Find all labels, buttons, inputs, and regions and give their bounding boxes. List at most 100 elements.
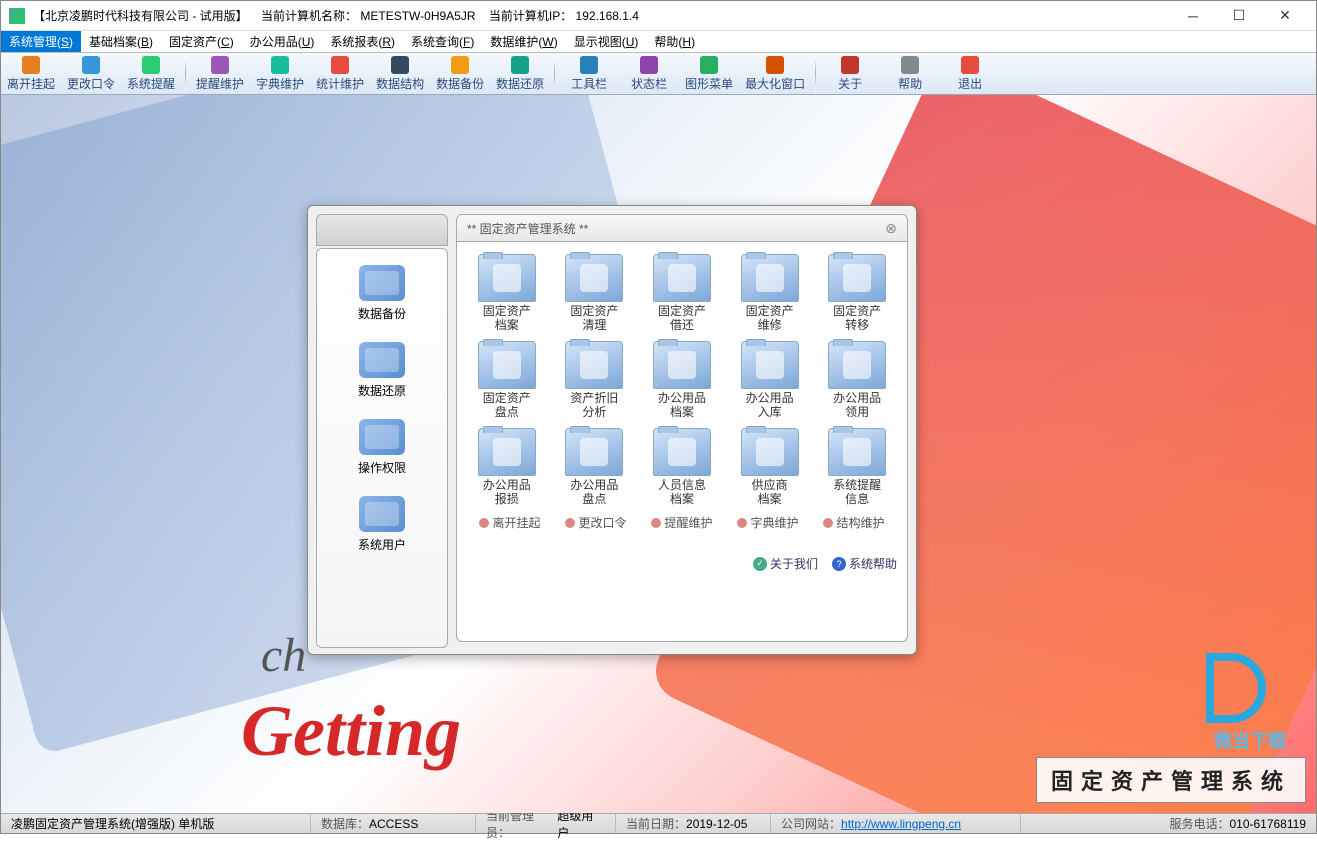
menu-w[interactable]: 数据维护(W) xyxy=(482,31,565,52)
grid-item-label: 系统提醒信息 xyxy=(819,478,895,507)
toolbar-提醒维护[interactable]: 提醒维护 xyxy=(190,54,250,94)
grid-item-label: 固定资产清理 xyxy=(557,304,633,333)
quick-link-提醒维护[interactable]: 提醒维护 xyxy=(651,514,712,531)
grid-item-label: 人员信息档案 xyxy=(644,478,720,507)
toolbar: 离开挂起更改口令系统提醒提醒维护字典维护统计维护数据结构数据备份数据还原工具栏状… xyxy=(1,53,1316,95)
toolbar-label: 数据结构 xyxy=(376,75,424,92)
grid-item-label: 办公用品盘点 xyxy=(557,478,633,507)
toolbar-icon xyxy=(451,56,469,74)
toolbar-separator xyxy=(815,57,816,91)
maximize-button[interactable]: ☐ xyxy=(1216,2,1262,30)
toolbar-label: 离开挂起 xyxy=(7,75,55,92)
app-icon xyxy=(9,8,25,24)
main-window: 【北京凌鹏时代科技有限公司 - 试用版】 当前计算机名称： METESTW-0H… xyxy=(0,0,1317,834)
quick-link-字典维护[interactable]: 字典维护 xyxy=(737,514,798,531)
grid-item-label: 固定资产借还 xyxy=(644,304,720,333)
toolbar-退出[interactable]: 退出 xyxy=(940,54,1000,94)
footer-link-关于我们[interactable]: ✓关于我们 xyxy=(753,555,818,572)
toolbar-最大化窗口[interactable]: 最大化窗口 xyxy=(739,54,811,94)
toolbar-关于[interactable]: 关于 xyxy=(820,54,880,94)
menu-c[interactable]: 固定资产(C) xyxy=(161,31,242,52)
toolbar-离开挂起[interactable]: 离开挂起 xyxy=(1,54,61,94)
toolbar-系统提醒[interactable]: 系统提醒 xyxy=(121,54,181,94)
footer-link-系统帮助[interactable]: ?系统帮助 xyxy=(832,555,897,572)
quick-link-label: 提醒维护 xyxy=(664,514,712,531)
minimize-button[interactable]: ─ xyxy=(1170,2,1216,30)
quick-link-label: 更改口令 xyxy=(578,514,626,531)
close-button[interactable]: ✕ xyxy=(1262,2,1308,30)
main-dialog: 数据备份数据还原操作权限系统用户 ** 固定资产管理系统 ** ⊗ 固定资产档案… xyxy=(307,205,917,655)
computer-ip: 192.168.1.4 xyxy=(576,9,639,23)
grid-item-系统提醒信息[interactable]: 系统提醒信息 xyxy=(817,426,897,509)
left-nav-数据还原[interactable]: 数据还原 xyxy=(317,336,447,413)
person-icon xyxy=(565,518,575,528)
folder-icon xyxy=(653,254,711,302)
toolbar-label: 字典维护 xyxy=(256,75,304,92)
grid-item-办公用品领用[interactable]: 办公用品领用 xyxy=(817,339,897,422)
menu-u[interactable]: 办公用品(U) xyxy=(242,31,323,52)
grid-item-办公用品入库[interactable]: 办公用品入库 xyxy=(730,339,810,422)
grid-item-人员信息档案[interactable]: 人员信息档案 xyxy=(642,426,722,509)
toolbar-label: 数据备份 xyxy=(436,75,484,92)
grid-item-固定资产借还[interactable]: 固定资产借还 xyxy=(642,252,722,335)
quick-link-更改口令[interactable]: 更改口令 xyxy=(565,514,626,531)
left-nav-系统用户[interactable]: 系统用户 xyxy=(317,490,447,567)
toolbar-字典维护[interactable]: 字典维护 xyxy=(250,54,310,94)
toolbar-图形菜单[interactable]: 图形菜单 xyxy=(679,54,739,94)
toolbar-数据备份[interactable]: 数据备份 xyxy=(430,54,490,94)
grid-item-label: 办公用品领用 xyxy=(819,391,895,420)
grid-item-label: 固定资产转移 xyxy=(819,304,895,333)
menu-f[interactable]: 系统查询(F) xyxy=(403,31,482,52)
toolbar-数据结构[interactable]: 数据结构 xyxy=(370,54,430,94)
website-link[interactable]: http://www.lingpeng.cn xyxy=(841,817,961,831)
quick-links-row: 离开挂起 更改口令 提醒维护 字典维护 结构维护 xyxy=(467,514,897,531)
grid-item-办公用品盘点[interactable]: 办公用品盘点 xyxy=(555,426,635,509)
toolbar-更改口令[interactable]: 更改口令 xyxy=(61,54,121,94)
help-icon: ? xyxy=(832,557,846,571)
grid-item-固定资产档案[interactable]: 固定资产档案 xyxy=(467,252,547,335)
toolbar-separator xyxy=(554,57,555,91)
status-product: 凌鹏固定资产管理系统(增强版) 单机版 xyxy=(1,814,311,833)
toolbar-label: 状态栏 xyxy=(631,75,667,92)
grid-item-资产折旧分析[interactable]: 资产折旧分析 xyxy=(555,339,635,422)
grid-item-固定资产转移[interactable]: 固定资产转移 xyxy=(817,252,897,335)
dialog-close-icon[interactable]: ⊗ xyxy=(885,220,897,237)
brand-footer: 固定资产管理系统 xyxy=(1036,757,1306,803)
grid-item-label: 固定资产档案 xyxy=(469,304,545,333)
left-nav-操作权限[interactable]: 操作权限 xyxy=(317,413,447,490)
icon-grid: 固定资产档案固定资产清理固定资产借还固定资产维修固定资产转移固定资产盘点资产折旧… xyxy=(467,252,897,508)
grid-item-固定资产盘点[interactable]: 固定资产盘点 xyxy=(467,339,547,422)
menu-b[interactable]: 基础档案(B) xyxy=(81,31,161,52)
toolbar-label: 提醒维护 xyxy=(196,75,244,92)
person-icon xyxy=(651,518,661,528)
left-nav-label: 数据还原 xyxy=(317,382,447,399)
dialog-footer-links: ✓关于我们 ?系统帮助 xyxy=(467,555,897,572)
toolbar-icon xyxy=(511,56,529,74)
toolbar-统计维护[interactable]: 统计维护 xyxy=(310,54,370,94)
toolbar-label: 更改口令 xyxy=(67,75,115,92)
quick-link-结构维护[interactable]: 结构维护 xyxy=(823,514,884,531)
folder-icon xyxy=(653,428,711,476)
toolbar-状态栏[interactable]: 状态栏 xyxy=(619,54,679,94)
left-tab-header[interactable] xyxy=(316,214,448,246)
grid-item-办公用品档案[interactable]: 办公用品档案 xyxy=(642,339,722,422)
toolbar-帮助[interactable]: 帮助 xyxy=(880,54,940,94)
grid-item-固定资产清理[interactable]: 固定资产清理 xyxy=(555,252,635,335)
quick-link-离开挂起[interactable]: 离开挂起 xyxy=(479,514,540,531)
toolbar-数据还原[interactable]: 数据还原 xyxy=(490,54,550,94)
grid-item-供应商档案[interactable]: 供应商档案 xyxy=(730,426,810,509)
folder-icon xyxy=(478,341,536,389)
toolbar-工具栏[interactable]: 工具栏 xyxy=(559,54,619,94)
person-icon xyxy=(823,518,833,528)
menu-u[interactable]: 显示视图(U) xyxy=(566,31,647,52)
folder-icon xyxy=(359,419,405,455)
grid-item-办公用品报损[interactable]: 办公用品报损 xyxy=(467,426,547,509)
menu-h[interactable]: 帮助(H) xyxy=(646,31,703,52)
grid-item-固定资产维修[interactable]: 固定资产维修 xyxy=(730,252,810,335)
left-nav-数据备份[interactable]: 数据备份 xyxy=(317,259,447,336)
menu-r[interactable]: 系统报表(R) xyxy=(322,31,403,52)
titlebar-text: 【北京凌鹏时代科技有限公司 - 试用版】 当前计算机名称： METESTW-0H… xyxy=(33,7,1170,24)
grid-item-label: 办公用品报损 xyxy=(469,478,545,507)
menu-s[interactable]: 系统管理(S) xyxy=(1,31,81,52)
footer-link-label: 关于我们 xyxy=(770,555,818,572)
